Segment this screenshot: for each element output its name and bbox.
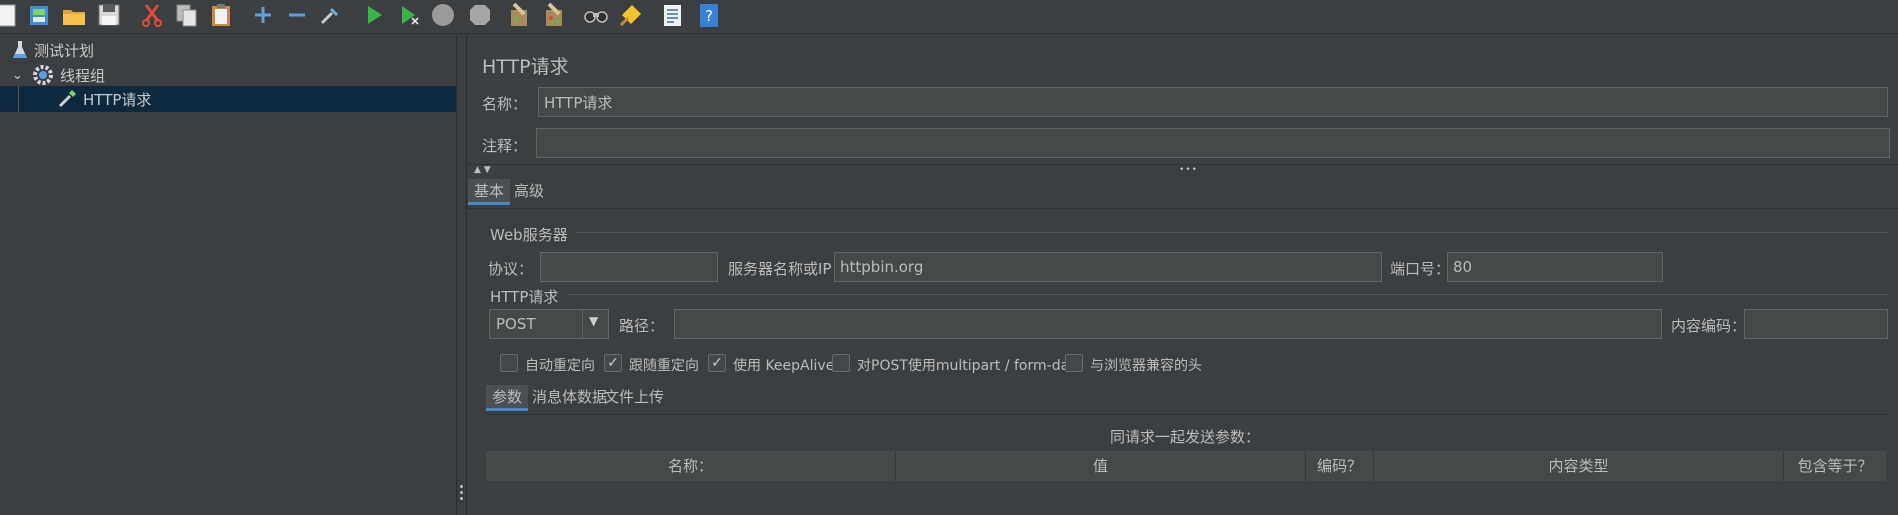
keepalive-label: 使用 KeepAlive bbox=[733, 358, 835, 374]
follow-redirect-checkbox[interactable]: ✓ bbox=[604, 354, 622, 372]
column-header-encode[interactable]: 编码？ bbox=[1306, 451, 1374, 481]
open-icon[interactable] bbox=[60, 1, 88, 29]
name-label: 名称： bbox=[482, 95, 528, 113]
browser-headers-checkbox[interactable] bbox=[1065, 354, 1083, 372]
test-plan-tree: 测试计划 ⌄ 线程组 HTTP请求 bbox=[0, 35, 456, 515]
server-label: 服务器名称或IP： bbox=[728, 260, 847, 278]
jmeter-window: ? 测试计划 ⌄ 线程组 HTTP请求 HTTP请求 名称： 注释： bbox=[0, 0, 1898, 515]
encoding-input[interactable] bbox=[1744, 309, 1888, 339]
chevron-down-icon[interactable]: ⌄ bbox=[12, 68, 26, 83]
group-line bbox=[568, 294, 1888, 295]
tab-advanced[interactable]: 高级 bbox=[508, 179, 550, 205]
clear-all-icon[interactable] bbox=[540, 1, 568, 29]
group-line bbox=[576, 232, 1888, 233]
tab-file-upload[interactable]: 文件上传 bbox=[598, 385, 670, 411]
stop-icon[interactable] bbox=[429, 1, 457, 29]
copy-icon[interactable] bbox=[173, 1, 201, 29]
function-helper-icon[interactable] bbox=[658, 1, 686, 29]
auto-redirect-label: 自动重定向 bbox=[525, 358, 595, 374]
column-header-content-type[interactable]: 内容类型 bbox=[1374, 451, 1784, 481]
port-input[interactable] bbox=[1447, 252, 1663, 282]
start-no-pause-icon[interactable] bbox=[395, 1, 423, 29]
protocol-input[interactable] bbox=[540, 252, 718, 282]
svg-text:?: ? bbox=[705, 7, 713, 25]
multipart-label: 对POST使用multipart / form-data bbox=[857, 358, 1084, 374]
tree-item-test-plan[interactable]: 测试计划 bbox=[12, 37, 452, 63]
http-request-panel: HTTP请求 名称： 注释： ▲ ▼ ••• 基本 高级 Web服务器 协议： … bbox=[468, 35, 1898, 515]
shutdown-icon[interactable] bbox=[466, 1, 494, 29]
keepalive-checkbox[interactable]: ✓ bbox=[708, 354, 726, 372]
column-header-value[interactable]: 值 bbox=[896, 451, 1306, 481]
multipart-checkbox[interactable] bbox=[832, 354, 850, 372]
templates-icon[interactable] bbox=[26, 1, 54, 29]
panel-title: HTTP请求 bbox=[482, 56, 569, 78]
encoding-label: 内容编码： bbox=[1671, 317, 1747, 335]
splitter-line bbox=[456, 35, 457, 515]
params-caption: 同请求一起发送参数： bbox=[1110, 428, 1261, 446]
tab-basic[interactable]: 基本 bbox=[468, 179, 511, 205]
web-server-legend: Web服务器 bbox=[490, 226, 568, 244]
flask-icon bbox=[13, 41, 27, 58]
start-icon[interactable] bbox=[360, 1, 388, 29]
path-input[interactable] bbox=[674, 309, 1662, 339]
http-request-legend: HTTP请求 bbox=[490, 288, 559, 306]
subtab-underline bbox=[486, 414, 1886, 415]
comment-input[interactable] bbox=[536, 128, 1890, 158]
browser-headers-label: 与浏览器兼容的头 bbox=[1090, 358, 1202, 374]
toolbar: ? bbox=[0, 0, 1898, 34]
new-icon[interactable] bbox=[0, 1, 22, 29]
gear-icon bbox=[33, 65, 53, 85]
chevron-down-icon[interactable]: ▼ bbox=[589, 314, 598, 328]
select-divider bbox=[582, 310, 583, 338]
comment-label: 注释： bbox=[482, 137, 528, 155]
save-icon[interactable] bbox=[95, 1, 123, 29]
reset-search-icon[interactable] bbox=[617, 1, 645, 29]
column-header-include-equals[interactable]: 包含等于？ bbox=[1784, 451, 1886, 481]
collapse-icon[interactable] bbox=[283, 1, 311, 29]
protocol-label: 协议： bbox=[488, 260, 534, 278]
divider-handle-icon[interactable]: ••• bbox=[1179, 165, 1198, 175]
server-input[interactable] bbox=[834, 252, 1382, 282]
auto-redirect-checkbox[interactable] bbox=[500, 354, 518, 372]
toggle-icon[interactable] bbox=[317, 1, 345, 29]
tree-guide-line bbox=[18, 86, 19, 112]
cut-icon[interactable] bbox=[138, 1, 166, 29]
port-label: 端口号： bbox=[1390, 260, 1451, 278]
tree-item-http-request[interactable]: HTTP请求 bbox=[0, 86, 456, 112]
tab-parameters[interactable]: 参数 bbox=[486, 385, 529, 411]
path-label: 路径： bbox=[619, 317, 665, 335]
method-value: POST bbox=[496, 315, 536, 333]
clear-icon[interactable] bbox=[505, 1, 533, 29]
tree-item-thread-group[interactable]: ⌄ 线程组 bbox=[12, 62, 452, 88]
tree-item-label: 测试计划 bbox=[34, 41, 95, 60]
tree-item-label: HTTP请求 bbox=[83, 90, 152, 109]
splitter-line bbox=[466, 35, 467, 515]
drag-handle-icon[interactable] bbox=[460, 485, 464, 503]
follow-redirect-label: 跟随重定向 bbox=[629, 358, 699, 374]
method-select[interactable]: POST ▼ bbox=[489, 309, 609, 339]
column-header-name[interactable]: 名称： bbox=[486, 451, 896, 481]
name-input[interactable] bbox=[538, 87, 1888, 117]
help-icon[interactable]: ? bbox=[695, 1, 723, 29]
pipette-icon bbox=[58, 90, 76, 108]
tree-item-label: 线程组 bbox=[60, 66, 106, 85]
paste-icon[interactable] bbox=[207, 1, 235, 29]
collapse-arrows-icon[interactable]: ▲ ▼ bbox=[474, 165, 491, 175]
splitter[interactable] bbox=[456, 35, 468, 515]
tab-underline bbox=[468, 208, 1898, 209]
params-table-header: 名称： 值 编码？ 内容类型 包含等于？ bbox=[486, 451, 1886, 481]
search-icon[interactable] bbox=[582, 1, 610, 29]
expand-icon[interactable] bbox=[249, 1, 277, 29]
